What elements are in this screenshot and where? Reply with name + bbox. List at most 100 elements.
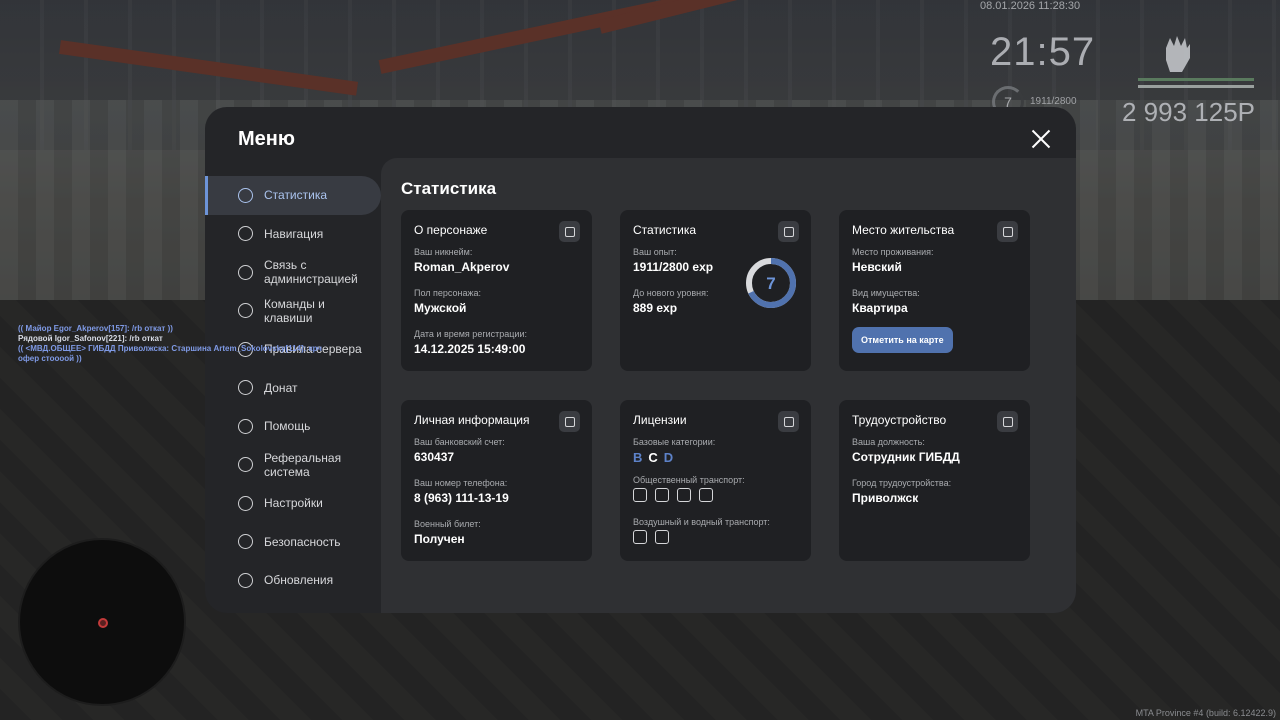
chat-line: офер стоооой )) [18, 354, 82, 363]
license-category: B [633, 450, 649, 465]
gender-label: Пол персонажа: [414, 288, 482, 298]
bus-icon [633, 488, 647, 502]
health-bars [1138, 78, 1254, 92]
registration-label: Дата и время регистрации: [414, 329, 527, 339]
license-categories: BCD [633, 450, 798, 465]
timestamp: 08.01.2026 11:28:30 [980, 0, 1081, 12]
card-personal: Личная информация Ваш банковский счет: 6… [401, 400, 592, 561]
house-icon [997, 221, 1018, 242]
property-value: Квартира [852, 301, 908, 315]
network-icon [238, 457, 253, 473]
card-title: Лицензии [633, 413, 687, 427]
property-label: Вид имущества: [852, 288, 920, 298]
build-version: MTA Province #4 (build: 6.12422.9) [1135, 708, 1276, 718]
sidebar: Статистика Навигация Связь с администрац… [205, 176, 381, 600]
gear-icon [238, 495, 253, 511]
mark-on-map-button[interactable]: Отметить на карте [852, 327, 953, 353]
residence-value: Невский [852, 260, 902, 274]
position-value: Сотрудник ГИБДД [852, 450, 960, 464]
nickname-value: Roman_Akperov [414, 260, 510, 274]
sidebar-item-label: Реферальная система [264, 450, 342, 479]
sidebar-item-statistics[interactable]: Статистика [205, 176, 381, 215]
hud-clock: 21:57 [990, 30, 1096, 74]
military-value: Получен [414, 532, 465, 546]
license-category: D [663, 450, 680, 465]
phone-value: 8 (963) 111-13-19 [414, 491, 509, 505]
sidebar-item-label: Безопасность [264, 534, 341, 549]
card-character: О персонаже Ваш никнейм: Roman_Akperov П… [401, 210, 592, 371]
id-card-icon [778, 411, 799, 432]
sidebar-item-label: Команды и клавиши [264, 296, 325, 325]
armor-bar [1138, 85, 1254, 88]
user-icon [559, 221, 580, 242]
tram-icon [677, 488, 691, 502]
card-title: Личная информация [414, 413, 530, 427]
shield-icon [238, 534, 253, 550]
pie-chart-icon [778, 221, 799, 242]
chat-box: (( Майор Egor_Akperov[157]: /rb откат ))… [18, 324, 322, 364]
sidebar-item-donate[interactable]: Донат [205, 369, 381, 408]
sidebar-item-label: Обновления [264, 573, 334, 588]
sidebar-item-referral[interactable]: Реферальная система [205, 446, 381, 485]
train-icon [699, 488, 713, 502]
card-job: Трудоустройство Ваша должность: Сотрудни… [839, 400, 1030, 561]
gender-value: Мужской [414, 301, 467, 315]
money: 2 993 125P [1122, 97, 1256, 127]
close-icon[interactable] [1031, 129, 1051, 149]
sidebar-item-label: Навигация [264, 226, 324, 241]
public-transport-icons [633, 488, 798, 517]
menu-window: Меню Статистика Навигация Связь с админи… [205, 107, 1076, 613]
sidebar-item-label: Статистика [264, 188, 328, 203]
pie-chart-icon [238, 187, 253, 203]
sidebar-item-settings[interactable]: Настройки [205, 484, 381, 523]
sidebar-item-label: Помощь [264, 419, 311, 434]
sidebar-item-navigation[interactable]: Навигация [205, 215, 381, 254]
chat-line: (( Майор Egor_Akperov[157]: /rb откат )) [18, 324, 173, 333]
registration-value: 14.12.2025 15:49:00 [414, 342, 526, 356]
tools-icon [997, 411, 1018, 432]
sidebar-item-help[interactable]: Помощь [205, 407, 381, 446]
base-categories-label: Базовые категории: [633, 437, 716, 447]
card-title: Статистика [633, 223, 697, 237]
user-circle-icon [559, 411, 580, 432]
sidebar-item-label: Связь с администрацией [264, 258, 358, 287]
sidebar-item-label: Донат [264, 380, 298, 395]
health-bar [1138, 78, 1254, 81]
card-title: О персонаже [414, 223, 488, 237]
sidebar-item-updates[interactable]: Обновления [205, 561, 381, 600]
card-title: Место жительства [852, 223, 955, 237]
chat-line: (( <МВД.ОБЩЕЕ> ГИБДД Приволжска: Старшин… [18, 344, 322, 353]
player-marker-icon [98, 618, 108, 628]
card-residence: Место жительства Место проживания: Невск… [839, 210, 1030, 371]
content-panel: Статистика О персонаже Ваш никнейм: Roma… [381, 158, 1076, 613]
headset-icon [238, 264, 253, 280]
plane-icon [633, 530, 647, 544]
boat-icon [655, 530, 669, 544]
trolleybus-icon [655, 488, 669, 502]
card-title: Трудоустройство [852, 413, 947, 427]
sidebar-item-security[interactable]: Безопасность [205, 523, 381, 562]
sidebar-item-admin-contact[interactable]: Связь с администрацией [205, 253, 381, 292]
minimap[interactable] [18, 538, 186, 706]
job-city-value: Приволжск [852, 491, 919, 505]
air-water-transport-icons [633, 530, 798, 559]
military-label: Военный билет: [414, 519, 481, 529]
residence-label: Место проживания: [852, 247, 934, 257]
public-transport-label: Общественный транспорт: [633, 475, 745, 485]
sidebar-item-label: Настройки [264, 496, 323, 511]
phone-label: Ваш номер телефона: [414, 478, 508, 488]
wallet-icon [238, 380, 253, 396]
bank-label: Ваш банковский счет: [414, 437, 505, 447]
document-icon [238, 303, 253, 319]
level-number: 7 [766, 274, 775, 293]
compass-icon [238, 226, 253, 242]
exp-readout: 1911/2800 [1030, 96, 1077, 107]
card-licenses: Лицензии Базовые категории: BCD Обществе… [620, 400, 811, 561]
heart-hands-icon [238, 418, 253, 434]
job-city-label: Город трудоустройства: [852, 478, 952, 488]
position-label: Ваша должность: [852, 437, 925, 447]
bank-value: 630437 [414, 450, 455, 464]
card-progress: Статистика Ваш опыт: 1911/2800 exp До но… [620, 210, 811, 371]
menu-title: Меню [238, 128, 295, 150]
page-title: Статистика [401, 179, 497, 198]
